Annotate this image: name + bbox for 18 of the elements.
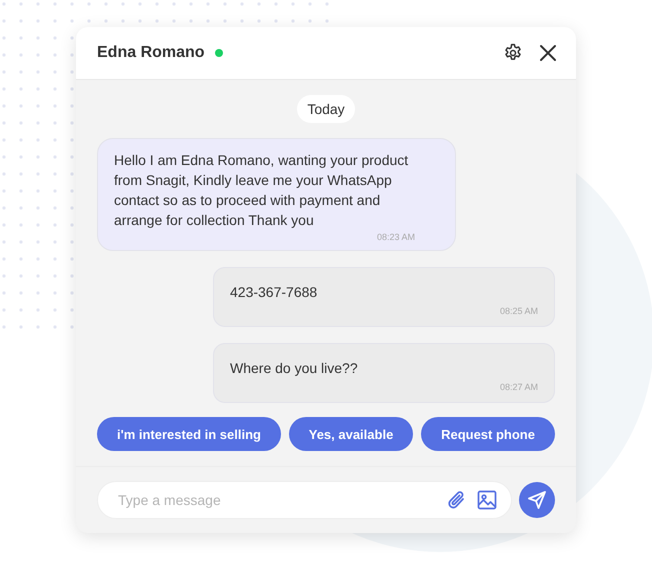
close-icon[interactable] <box>539 44 557 62</box>
settings-icon[interactable] <box>503 43 523 63</box>
contact-name: Edna Romano <box>97 44 205 62</box>
quick-reply-button[interactable]: Request phone <box>421 417 555 451</box>
date-label: Today <box>297 95 355 123</box>
message-text: Hello I am Edna Romano, wanting your product from Snagit, Kindly leave me your WhatsApp contact so as to proceed with payment and arrange for collection Thank you <box>114 151 410 230</box>
message-input[interactable]: Type a message <box>97 481 512 519</box>
image-icon[interactable] <box>477 490 497 510</box>
message-text: 423-367-7688 <box>230 283 318 302</box>
message-time: 08:27 AM <box>500 382 538 392</box>
message-text: Where do you live?? <box>230 359 359 378</box>
quick-reply-button[interactable]: Yes, available <box>288 417 414 451</box>
message-time: 08:23 AM <box>376 232 415 242</box>
send-button[interactable] <box>519 482 555 518</box>
message-time: 08:25 AM <box>500 306 538 316</box>
paperclip-icon[interactable] <box>447 489 467 511</box>
quick-reply-button[interactable]: i'm interested in selling <box>97 417 281 451</box>
send-icon <box>527 490 547 510</box>
